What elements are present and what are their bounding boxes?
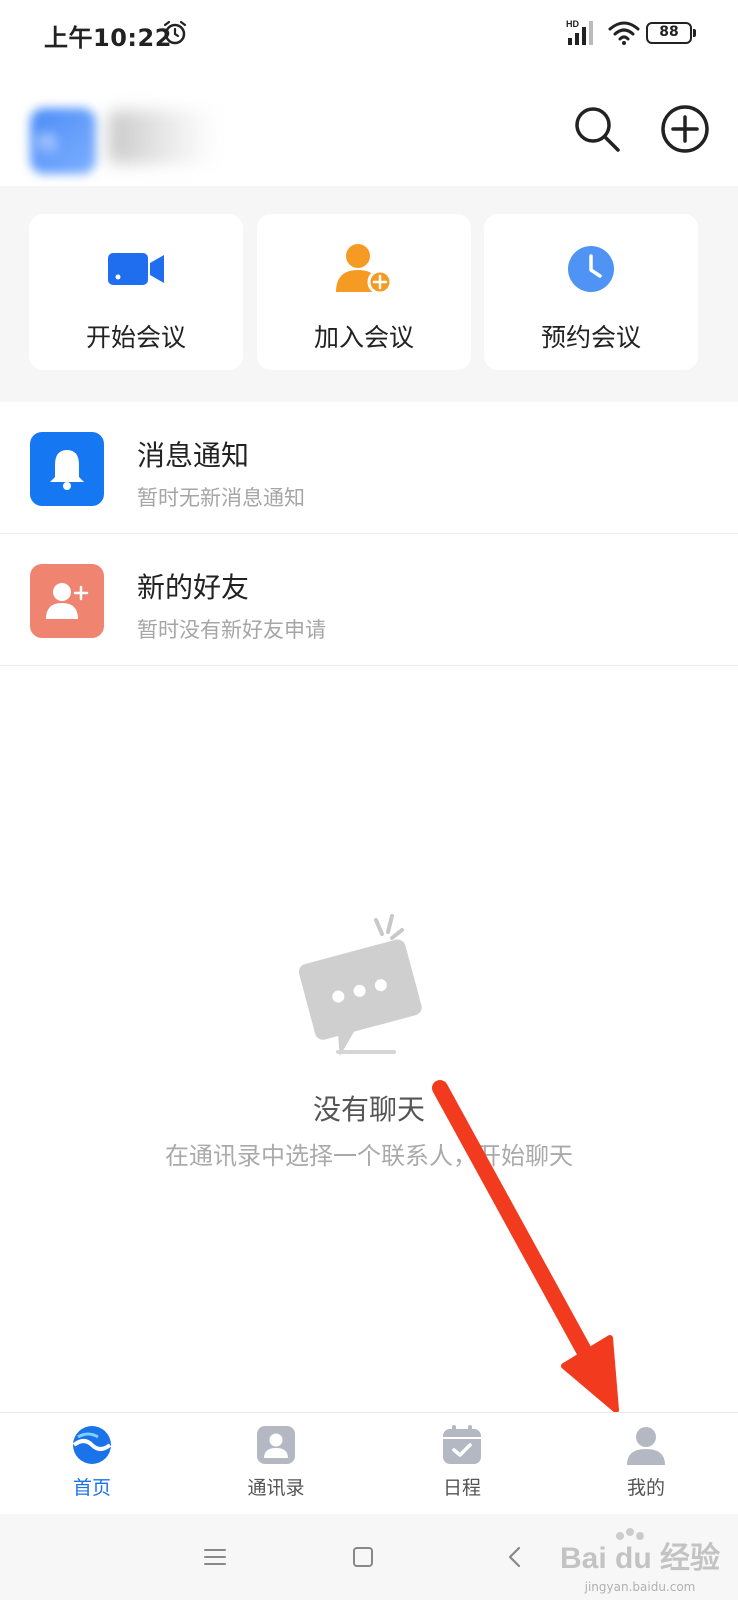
bottom-nav: 首页 通讯录 日程 我的 <box>0 1412 738 1512</box>
bell-icon <box>50 450 84 490</box>
avatar[interactable]: 杨 <box>30 108 96 174</box>
baidu-watermark: Bai du 经验 jingyan.baidu.com <box>560 1524 720 1594</box>
search-button[interactable] <box>572 104 622 154</box>
quick-actions-panel: 开始会议 加入会议 预约会议 <box>0 186 738 402</box>
tab-schedule-label: 日程 <box>442 1477 481 1499</box>
empty-state-title: 没有聊天 <box>312 1093 425 1126</box>
tab-profile[interactable]: 我的 <box>586 1425 706 1509</box>
start-meeting-label: 开始会议 <box>85 323 186 352</box>
tab-home[interactable]: 首页 <box>32 1425 152 1509</box>
empty-state-subtitle: 在通讯录中选择一个联系人，开始聊天 <box>165 1142 573 1170</box>
battery-level: 88 <box>659 24 679 40</box>
header: 杨 <box>0 88 738 184</box>
watermark-brand: Bai du 经验 <box>560 1541 720 1575</box>
contacts-icon <box>257 1426 295 1464</box>
schedule-meeting-card[interactable]: 预约会议 <box>484 214 698 370</box>
schedule-meeting-label: 预约会议 <box>540 323 641 352</box>
join-meeting-label: 加入会议 <box>313 323 414 352</box>
user-name-blurred <box>108 110 218 164</box>
back-chevron-icon[interactable] <box>500 1542 530 1572</box>
add-friend-icon-tile <box>30 564 104 638</box>
video-camera-icon <box>108 253 164 285</box>
clock-icon <box>568 246 614 292</box>
menu-icon[interactable] <box>200 1542 230 1572</box>
wifi-icon <box>608 21 640 45</box>
join-meeting-card[interactable]: 加入会议 <box>257 214 471 370</box>
notification-subtitle: 暂时无新消息通知 <box>137 486 305 510</box>
new-friends-subtitle: 暂时没有新好友申请 <box>137 618 326 642</box>
new-friends-list-item[interactable]: 新的好友 暂时没有新好友申请 <box>0 534 738 666</box>
tab-contacts-label: 通讯录 <box>247 1477 305 1499</box>
alarm-icon <box>163 20 187 45</box>
add-friend-icon <box>46 583 89 619</box>
status-bar: 上午10:22 HD 88 <box>0 0 738 70</box>
tab-home-label: 首页 <box>72 1477 111 1499</box>
empty-chat-illustration-icon <box>298 914 422 1057</box>
calendar-icon <box>443 1425 481 1464</box>
notification-list-item[interactable]: 消息通知 暂时无新消息通知 <box>0 402 738 534</box>
profile-icon <box>627 1427 665 1465</box>
watermark-url: jingyan.baidu.com <box>584 1580 696 1594</box>
battery-indicator: 88 <box>646 22 696 44</box>
baidu-paw-logo-icon: Bai du 经验 <box>560 1528 720 1575</box>
status-time: 上午10:22 <box>44 24 172 52</box>
avatar-text: 杨 <box>36 132 59 157</box>
signal-icon: HD <box>566 19 593 45</box>
bell-icon-tile <box>30 432 104 506</box>
tab-schedule[interactable]: 日程 <box>402 1425 522 1509</box>
network-type-label: HD <box>566 19 579 29</box>
home-logo-icon <box>72 1426 112 1464</box>
start-meeting-card[interactable]: 开始会议 <box>29 214 243 370</box>
tab-profile-label: 我的 <box>626 1477 665 1499</box>
new-friends-title: 新的好友 <box>137 571 250 604</box>
person-add-icon <box>336 244 393 295</box>
tab-contacts[interactable]: 通讯录 <box>216 1425 336 1509</box>
home-square-icon[interactable] <box>348 1542 378 1572</box>
add-button[interactable] <box>660 104 710 154</box>
notification-title: 消息通知 <box>137 439 250 472</box>
